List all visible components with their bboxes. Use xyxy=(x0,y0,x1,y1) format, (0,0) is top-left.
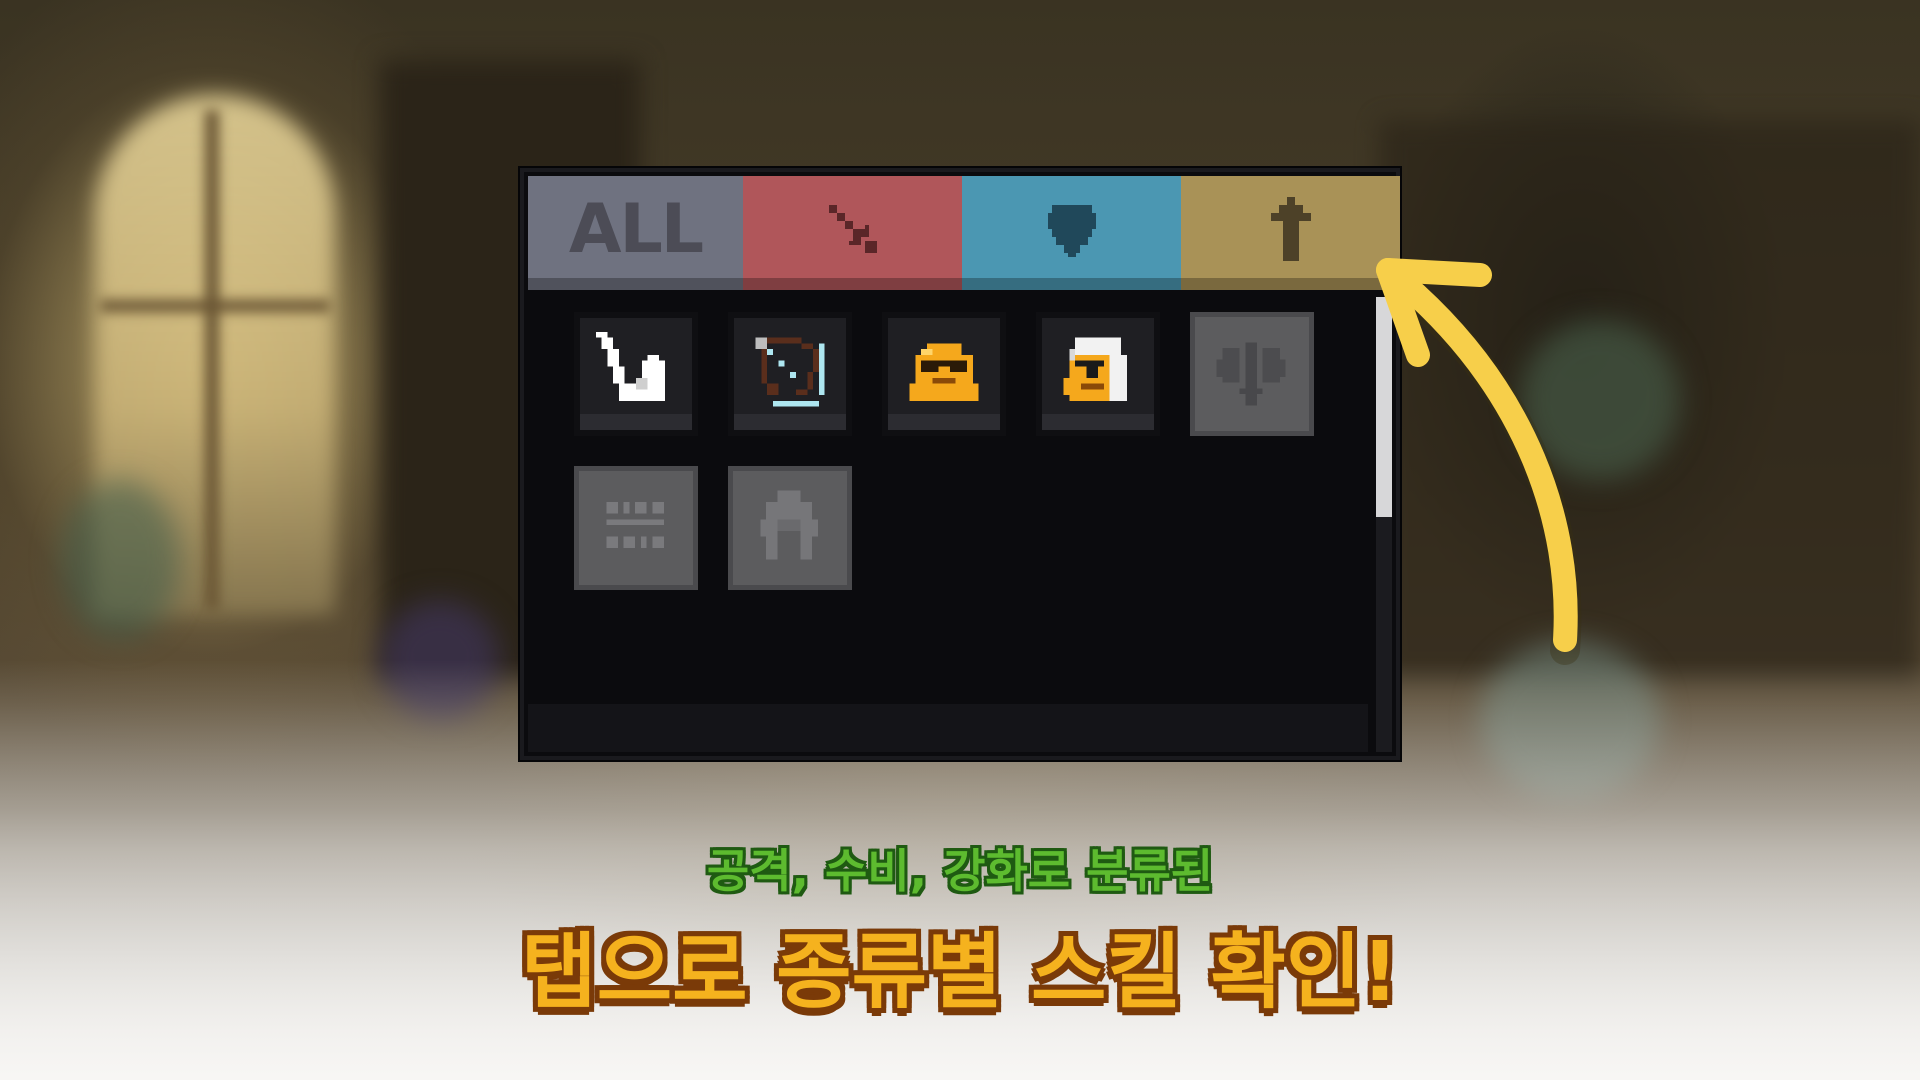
caption-subtitle: 공격, 수비, 강화로 분류된 xyxy=(706,844,1214,898)
tab-all[interactable]: ALL xyxy=(528,176,743,290)
skill-slot-locked[interactable] xyxy=(1190,312,1314,436)
sunglasses-slime-icon xyxy=(909,343,979,401)
up-arrow-icon xyxy=(1270,197,1311,261)
caption-title: 탭으로 종류별 스킬 확인! xyxy=(521,925,1399,1020)
curved-arrow-icon xyxy=(1376,258,1582,665)
window-frame xyxy=(205,110,219,610)
skill-slot-locked[interactable] xyxy=(574,466,698,590)
skill-panel: ALL xyxy=(520,168,1400,760)
tab-attack[interactable] xyxy=(743,176,962,290)
panel-footer xyxy=(528,704,1368,752)
potion-bottle xyxy=(60,480,180,640)
flexed-arm-icon xyxy=(595,331,665,401)
tab-all-label: ALL xyxy=(568,189,704,269)
window-frame xyxy=(100,300,330,312)
skill-slot-hooded-warrior[interactable] xyxy=(1036,312,1160,436)
body-silhouette-icon xyxy=(760,490,818,560)
hooded-warrior-icon xyxy=(1063,337,1127,401)
winged-sword-icon xyxy=(1216,342,1286,406)
skill-slot-slime[interactable] xyxy=(882,312,1006,436)
skill-slot-flexed-arm[interactable] xyxy=(574,312,698,436)
bow-icon xyxy=(755,337,825,407)
skill-slot-locked[interactable] xyxy=(728,466,852,590)
teeth-icon xyxy=(606,502,664,548)
sword-icon xyxy=(828,205,877,253)
tab-defense[interactable] xyxy=(962,176,1181,290)
shield-icon xyxy=(1047,205,1096,257)
skill-category-tabs: ALL xyxy=(528,176,1400,290)
skill-slot-bow[interactable] xyxy=(728,312,852,436)
